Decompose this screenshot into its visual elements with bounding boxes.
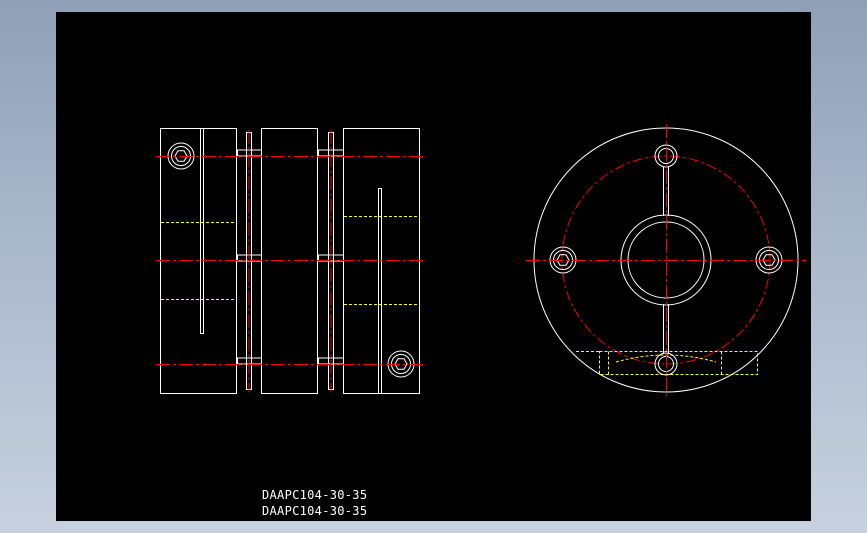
cad-drawing <box>156 124 806 396</box>
part-number-label: DAAPC104-30-35 <box>262 488 368 502</box>
clamp-slot-right <box>378 188 382 394</box>
end-centerlines <box>526 124 806 396</box>
part-number-label-repeat: DAAPC104-30-35 <box>262 504 368 518</box>
cad-viewport[interactable]: DAAPC104-30-35 DAAPC104-30-35 <box>56 12 811 521</box>
side-view <box>156 128 424 394</box>
side-centerlines <box>156 130 424 392</box>
end-view <box>526 124 806 396</box>
clamp-slot-left <box>200 128 204 334</box>
